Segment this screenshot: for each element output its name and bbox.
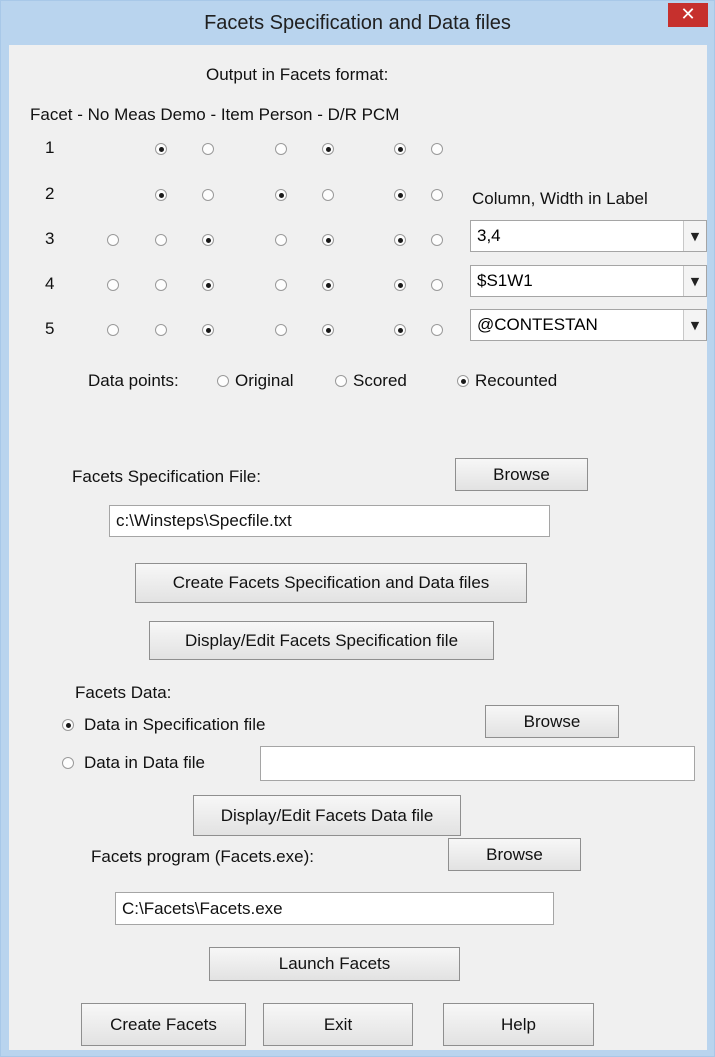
radio-scored-label: Scored xyxy=(353,371,407,390)
facet-5-person-radio[interactable] xyxy=(322,324,334,336)
facet-1-pcm-radio[interactable] xyxy=(431,143,443,155)
combo-value: $S1W1 xyxy=(477,271,533,290)
combo-value: @CONTESTAN xyxy=(477,315,598,334)
facet-4-item-radio[interactable] xyxy=(275,279,287,291)
data-browse-button[interactable]: Browse xyxy=(485,705,619,738)
facet-3-demo-radio[interactable] xyxy=(202,234,214,246)
radio-original-label: Original xyxy=(235,371,294,390)
spec-browse-button[interactable]: Browse xyxy=(455,458,588,491)
facet-5-pcm-radio[interactable] xyxy=(431,324,443,336)
create-facets-button[interactable]: Create Facets xyxy=(81,1003,246,1046)
spec-file-label: Facets Specification File: xyxy=(72,467,261,486)
facet-5-meas-radio[interactable] xyxy=(155,324,167,336)
facet-row-label: 3 xyxy=(45,229,55,248)
facet-5-no-radio[interactable] xyxy=(107,324,119,336)
chevron-down-icon[interactable]: ▼ xyxy=(683,310,706,340)
help-button[interactable]: Help xyxy=(443,1003,594,1046)
facet-5-item-radio[interactable] xyxy=(275,324,287,336)
data-points-label: Data points: xyxy=(88,371,179,390)
facets-program-path-input[interactable]: C:\Facets\Facets.exe xyxy=(115,892,554,925)
create-spec-and-data-button[interactable]: Create Facets Specification and Data fil… xyxy=(135,563,527,603)
facet-4-person-radio[interactable] xyxy=(322,279,334,291)
radio-recounted[interactable] xyxy=(457,375,469,387)
facet-4-no-radio[interactable] xyxy=(107,279,119,291)
facet-3-pcm-radio[interactable] xyxy=(431,234,443,246)
spec-file-path-input[interactable]: c:\Winsteps\Specfile.txt xyxy=(109,505,550,537)
radio-data-in-spec[interactable] xyxy=(62,719,74,731)
facet-4-pcm-radio[interactable] xyxy=(431,279,443,291)
facet-2-meas-radio[interactable] xyxy=(155,189,167,201)
column-width-combo-1[interactable]: 3,4 ▼ xyxy=(470,220,707,252)
chevron-down-icon[interactable]: ▼ xyxy=(683,266,706,296)
display-edit-spec-button[interactable]: Display/Edit Facets Specification file xyxy=(149,621,494,660)
facet-1-item-radio[interactable] xyxy=(275,143,287,155)
facet-1-demo-radio[interactable] xyxy=(202,143,214,155)
facet-5-demo-radio[interactable] xyxy=(202,324,214,336)
facet-row-label: 1 xyxy=(45,138,55,157)
facet-4-demo-radio[interactable] xyxy=(202,279,214,291)
radio-data-in-spec-label: Data in Specification file xyxy=(84,715,266,734)
facet-3-person-radio[interactable] xyxy=(322,234,334,246)
radio-data-in-file-label: Data in Data file xyxy=(84,753,205,772)
facet-4-dr-radio[interactable] xyxy=(394,279,406,291)
column-width-label: Column, Width in Label xyxy=(472,189,648,208)
dialog-body: Output in Facets format: Facet - No Meas… xyxy=(9,45,707,1050)
facet-1-meas-radio[interactable] xyxy=(155,143,167,155)
launch-facets-button[interactable]: Launch Facets xyxy=(209,947,460,981)
window-title: Facets Specification and Data files xyxy=(204,12,511,34)
facet-3-dr-radio[interactable] xyxy=(394,234,406,246)
facets-program-label: Facets program (Facets.exe): xyxy=(91,847,314,866)
facet-4-meas-radio[interactable] xyxy=(155,279,167,291)
facet-2-pcm-radio[interactable] xyxy=(431,189,443,201)
program-browse-button[interactable]: Browse xyxy=(448,838,581,871)
column-width-combo-2[interactable]: $S1W1 ▼ xyxy=(470,265,707,297)
facet-row-label: 2 xyxy=(45,184,55,203)
exit-button[interactable]: Exit xyxy=(263,1003,413,1046)
facet-2-dr-radio[interactable] xyxy=(394,189,406,201)
facet-columns-header: Facet - No Meas Demo - Item Person - D/R… xyxy=(30,105,400,124)
facet-row-label: 5 xyxy=(45,319,55,338)
facets-data-label: Facets Data: xyxy=(75,683,172,702)
close-button[interactable]: ✕ xyxy=(668,3,708,27)
data-file-path-input[interactable] xyxy=(260,746,695,781)
facet-1-dr-radio[interactable] xyxy=(394,143,406,155)
output-format-heading: Output in Facets format: xyxy=(206,65,389,84)
facet-2-person-radio[interactable] xyxy=(322,189,334,201)
combo-value: 3,4 xyxy=(477,226,501,245)
column-width-combo-3[interactable]: @CONTESTAN ▼ xyxy=(470,309,707,341)
facet-row-label: 4 xyxy=(45,274,55,293)
facet-1-person-radio[interactable] xyxy=(322,143,334,155)
facet-2-demo-radio[interactable] xyxy=(202,189,214,201)
facet-3-no-radio[interactable] xyxy=(107,234,119,246)
radio-recounted-label: Recounted xyxy=(475,371,558,390)
title-bar: Facets Specification and Data files ✕ xyxy=(1,1,714,45)
facet-3-item-radio[interactable] xyxy=(275,234,287,246)
radio-data-in-file[interactable] xyxy=(62,757,74,769)
dialog-window: Facets Specification and Data files ✕ Ou… xyxy=(0,0,715,1057)
facet-3-meas-radio[interactable] xyxy=(155,234,167,246)
facet-2-item-radio[interactable] xyxy=(275,189,287,201)
facet-5-dr-radio[interactable] xyxy=(394,324,406,336)
radio-scored[interactable] xyxy=(335,375,347,387)
radio-original[interactable] xyxy=(217,375,229,387)
display-edit-data-button[interactable]: Display/Edit Facets Data file xyxy=(193,795,461,836)
chevron-down-icon[interactable]: ▼ xyxy=(683,221,706,251)
